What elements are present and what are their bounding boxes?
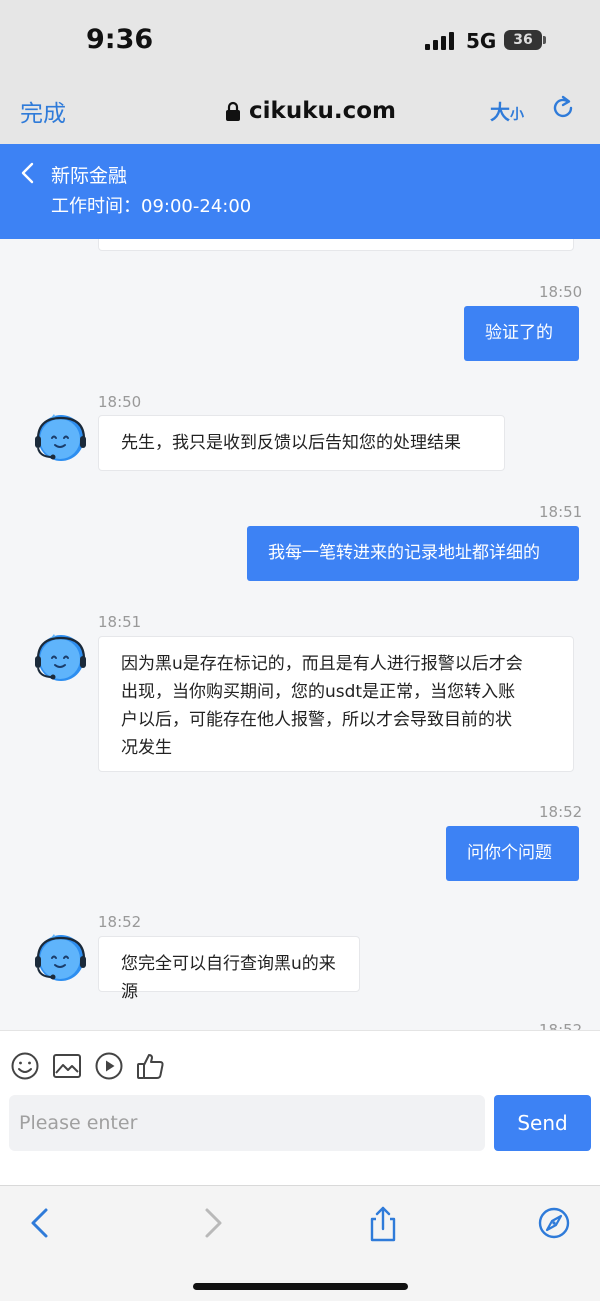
message-time: 18:51: [98, 613, 142, 631]
message-line: 况发生: [121, 738, 172, 758]
message-bubble-outgoing: 问你个问题: [446, 826, 579, 881]
message-bubble-incoming: 您完全可以自行查询黑u的来源: [98, 936, 360, 1002]
message-text: 问你个问题: [467, 843, 552, 863]
thumbs-up-icon[interactable]: [136, 1051, 166, 1081]
message-time-partial: 18:52: [539, 1021, 583, 1030]
url-text: cikuku.com: [249, 98, 396, 124]
message-text: 您完全可以自行查询黑u的来源: [121, 954, 336, 1002]
message-line: 户以后，可能存在他人报警，所以才会导致目前的状: [121, 710, 512, 730]
message-line: 因为黑u是存在标记的，而且是有人进行报警以后才会: [121, 654, 523, 674]
reload-icon[interactable]: [549, 94, 577, 122]
message-time: 18:50: [539, 283, 583, 301]
message-bubble-outgoing: 我每一笔转进来的记录地址都详细的: [247, 526, 579, 581]
forward-arrow-icon[interactable]: [193, 1204, 233, 1244]
working-hours: 工作时间：09:00-24:00: [51, 196, 252, 217]
smile-icon[interactable]: [10, 1051, 40, 1081]
message-line: 出现，当你购买期间，您的usdt是正常，当您转入账: [121, 682, 516, 702]
battery-level: 36: [513, 32, 533, 48]
cellular-signal-icon: [425, 32, 454, 50]
status-bar: 9:36 5G 36: [0, 0, 600, 80]
agent-avatar-icon: [35, 414, 86, 461]
send-button[interactable]: Send: [494, 1095, 591, 1151]
compass-icon[interactable]: [534, 1204, 574, 1244]
lock-icon: [226, 101, 240, 121]
message-time: 18:51: [539, 503, 583, 521]
message-bubble-incoming: 先生，我只是收到反馈以后告知您的处理结果: [98, 415, 505, 471]
play-icon[interactable]: [94, 1051, 124, 1081]
message-time: 18:52: [539, 803, 583, 821]
message-bubble-outgoing: 验证了的: [464, 306, 579, 361]
message-time: 18:52: [98, 913, 142, 931]
text-size-big: 大: [490, 100, 510, 124]
text-size-button[interactable]: 大小: [490, 96, 524, 125]
done-button[interactable]: 完成: [20, 94, 66, 128]
battery-icon: 36: [504, 30, 542, 50]
browser-bar: 完成 cikuku.com 大小: [0, 80, 600, 144]
chat-header: 新际金融 工作时间：09:00-24:00: [0, 144, 600, 239]
composer: Send: [0, 1030, 600, 1186]
back-chevron-icon[interactable]: [20, 162, 34, 184]
agent-avatar-icon: [35, 634, 86, 681]
share-icon[interactable]: [363, 1204, 403, 1244]
message-text: 我每一笔转进来的记录地址都详细的: [268, 543, 540, 563]
browser-toolbar: [0, 1185, 600, 1301]
message-text: 先生，我只是收到反馈以后告知您的处理结果: [121, 433, 461, 453]
back-arrow-icon[interactable]: [20, 1204, 60, 1244]
message-time: 18:50: [98, 393, 142, 411]
image-icon[interactable]: [52, 1051, 82, 1081]
message-text: 验证了的: [485, 323, 553, 343]
message-bubble-incoming: 因为黑u是存在标记的，而且是有人进行报警以后才会 出现，当你购买期间，您的usd…: [98, 636, 574, 772]
url-field[interactable]: cikuku.com: [225, 96, 396, 126]
message-input[interactable]: [9, 1095, 485, 1151]
battery-tip: [543, 36, 546, 44]
message-list[interactable]: 18:50 验证了的 18:50 先生，我只是收到反馈以后告知您的处理结果 18…: [0, 239, 600, 1030]
home-indicator: [193, 1283, 408, 1290]
message-bubble-partial: [98, 239, 574, 251]
network-type: 5G: [466, 29, 497, 53]
agent-avatar-icon: [35, 934, 86, 981]
text-size-small: 小: [510, 107, 524, 123]
chat-title: 新际金融: [51, 165, 128, 187]
status-time: 9:36: [86, 24, 154, 55]
